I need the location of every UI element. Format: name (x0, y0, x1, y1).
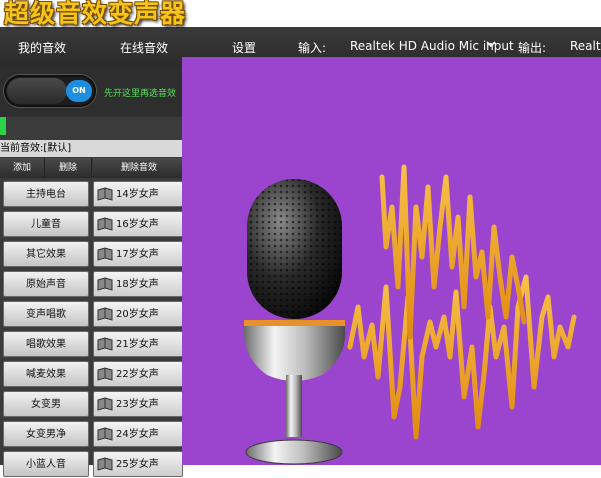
effect-label: 14岁女声 (116, 189, 159, 200)
toggle-knob (7, 78, 67, 104)
book-icon (97, 337, 113, 351)
category-item[interactable]: 变声唱歌 (3, 301, 89, 327)
category-item[interactable]: 主持电台 (3, 181, 89, 207)
category-item[interactable]: 女变男净 (3, 421, 89, 447)
category-item[interactable]: 小蓝人音 (3, 451, 89, 477)
toggle-row: ON 先开这里再选音效 (0, 67, 190, 117)
effect-list: 14岁女声 16岁女声 17岁女声 18岁女声 20岁女声 21岁女声 22岁女… (93, 177, 185, 477)
effect-label: 24岁女声 (116, 429, 159, 440)
toggle-hint: 先开这里再选音效 (104, 89, 177, 99)
book-icon (97, 427, 113, 441)
microphone-icon (243, 164, 577, 465)
effect-label: 21岁女声 (116, 339, 159, 350)
effect-item[interactable]: 24岁女声 (93, 421, 183, 447)
input-label: 输入: (298, 41, 327, 55)
chevron-down-icon[interactable] (486, 39, 496, 49)
power-toggle[interactable]: ON (4, 75, 96, 107)
effect-item[interactable]: 14岁女声 (93, 181, 183, 207)
effect-label: 16岁女声 (116, 219, 159, 230)
category-item[interactable]: 喊麦效果 (3, 361, 89, 387)
effect-item[interactable]: 17岁女声 (93, 241, 183, 267)
book-icon (97, 457, 113, 471)
category-item[interactable]: 儿童音 (3, 211, 89, 237)
category-item[interactable]: 女变男 (3, 391, 89, 417)
category-item[interactable]: 其它效果 (3, 241, 89, 267)
effect-item[interactable]: 22岁女声 (93, 361, 183, 387)
effect-label: 18岁女声 (116, 279, 159, 290)
app-title: 超级音效变声器 (4, 0, 187, 28)
output-label: 输出: (518, 41, 547, 55)
delete-button[interactable]: 删除 (45, 158, 92, 178)
tab-settings[interactable]: 设置 (232, 39, 256, 56)
book-icon (97, 307, 113, 321)
effect-label: 23岁女声 (116, 399, 159, 410)
effect-item[interactable]: 18岁女声 (93, 271, 183, 297)
tab-my-effects[interactable]: 我的音效 (18, 39, 66, 56)
output-device-select[interactable]: Realte (570, 39, 601, 53)
book-icon (97, 187, 113, 201)
add-button[interactable]: 添加 (0, 158, 45, 178)
current-effect-label: 当前音效:[默认] (0, 140, 185, 157)
effect-item[interactable]: 16岁女声 (93, 211, 183, 237)
category-list: 主持电台 儿童音 其它效果 原始声音 变声唱歌 唱歌效果 喊麦效果 女变男 女变… (0, 177, 92, 477)
effect-item[interactable]: 20岁女声 (93, 301, 183, 327)
delete-effect-button[interactable]: 删除音效 (93, 158, 186, 178)
effect-label: 17岁女声 (116, 249, 159, 260)
microphone-illustration (182, 57, 601, 465)
book-icon (97, 277, 113, 291)
category-item[interactable]: 唱歌效果 (3, 331, 89, 357)
book-icon (97, 247, 113, 261)
effect-item[interactable]: 23岁女声 (93, 391, 183, 417)
effect-item[interactable]: 21岁女声 (93, 331, 183, 357)
book-icon (97, 367, 113, 381)
book-icon (97, 217, 113, 231)
status-indicator (0, 117, 6, 135)
effect-label: 22岁女声 (116, 369, 159, 380)
toggle-state: ON (66, 80, 92, 102)
effect-item[interactable]: 25岁女声 (93, 451, 183, 477)
tab-online-effects[interactable]: 在线音效 (120, 39, 168, 56)
book-icon (97, 397, 113, 411)
effect-label: 20岁女声 (116, 309, 159, 320)
category-item[interactable]: 原始声音 (3, 271, 89, 297)
